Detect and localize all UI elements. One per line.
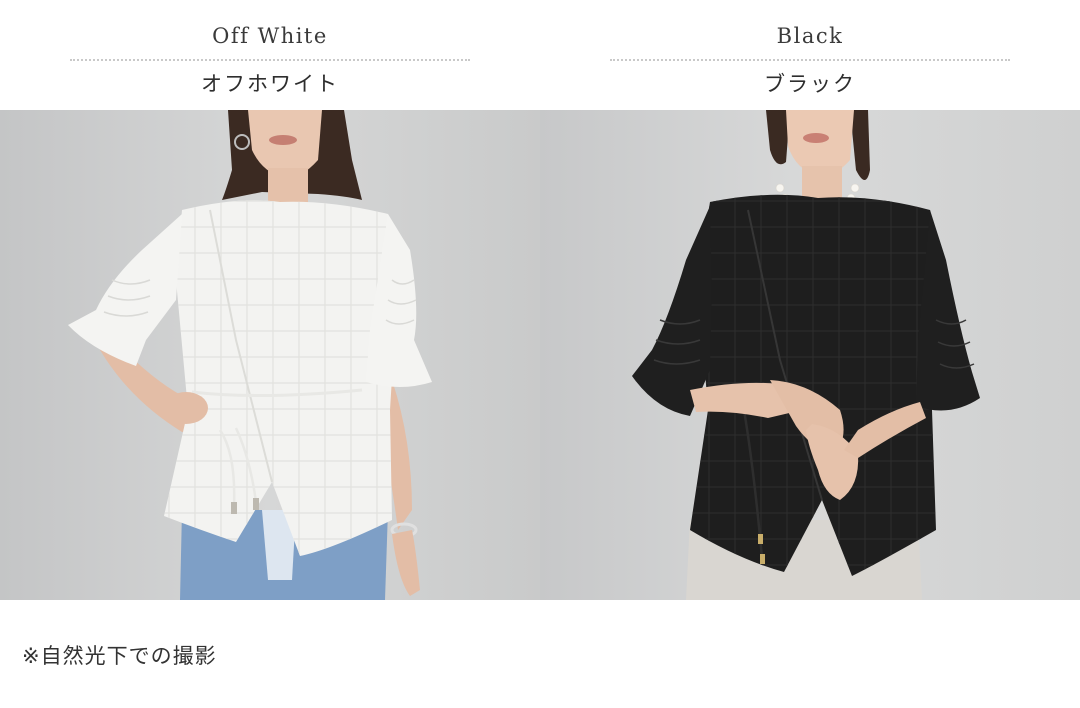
- color-heading-black: Black ブラック: [540, 0, 1080, 110]
- color-name-jp: ブラック: [764, 72, 856, 96]
- lighting-note: ※自然光下での撮影: [22, 644, 217, 668]
- color-name-jp: オフホワイト: [201, 72, 339, 96]
- product-photo-offwhite: [0, 110, 540, 600]
- dotted-divider: [610, 59, 1010, 61]
- product-photo-black: [540, 110, 1080, 600]
- color-name-en: Black: [776, 24, 844, 48]
- color-name-en: Off White: [212, 24, 328, 48]
- color-heading-offwhite: Off White オフホワイト: [0, 0, 540, 110]
- dotted-divider: [70, 59, 470, 61]
